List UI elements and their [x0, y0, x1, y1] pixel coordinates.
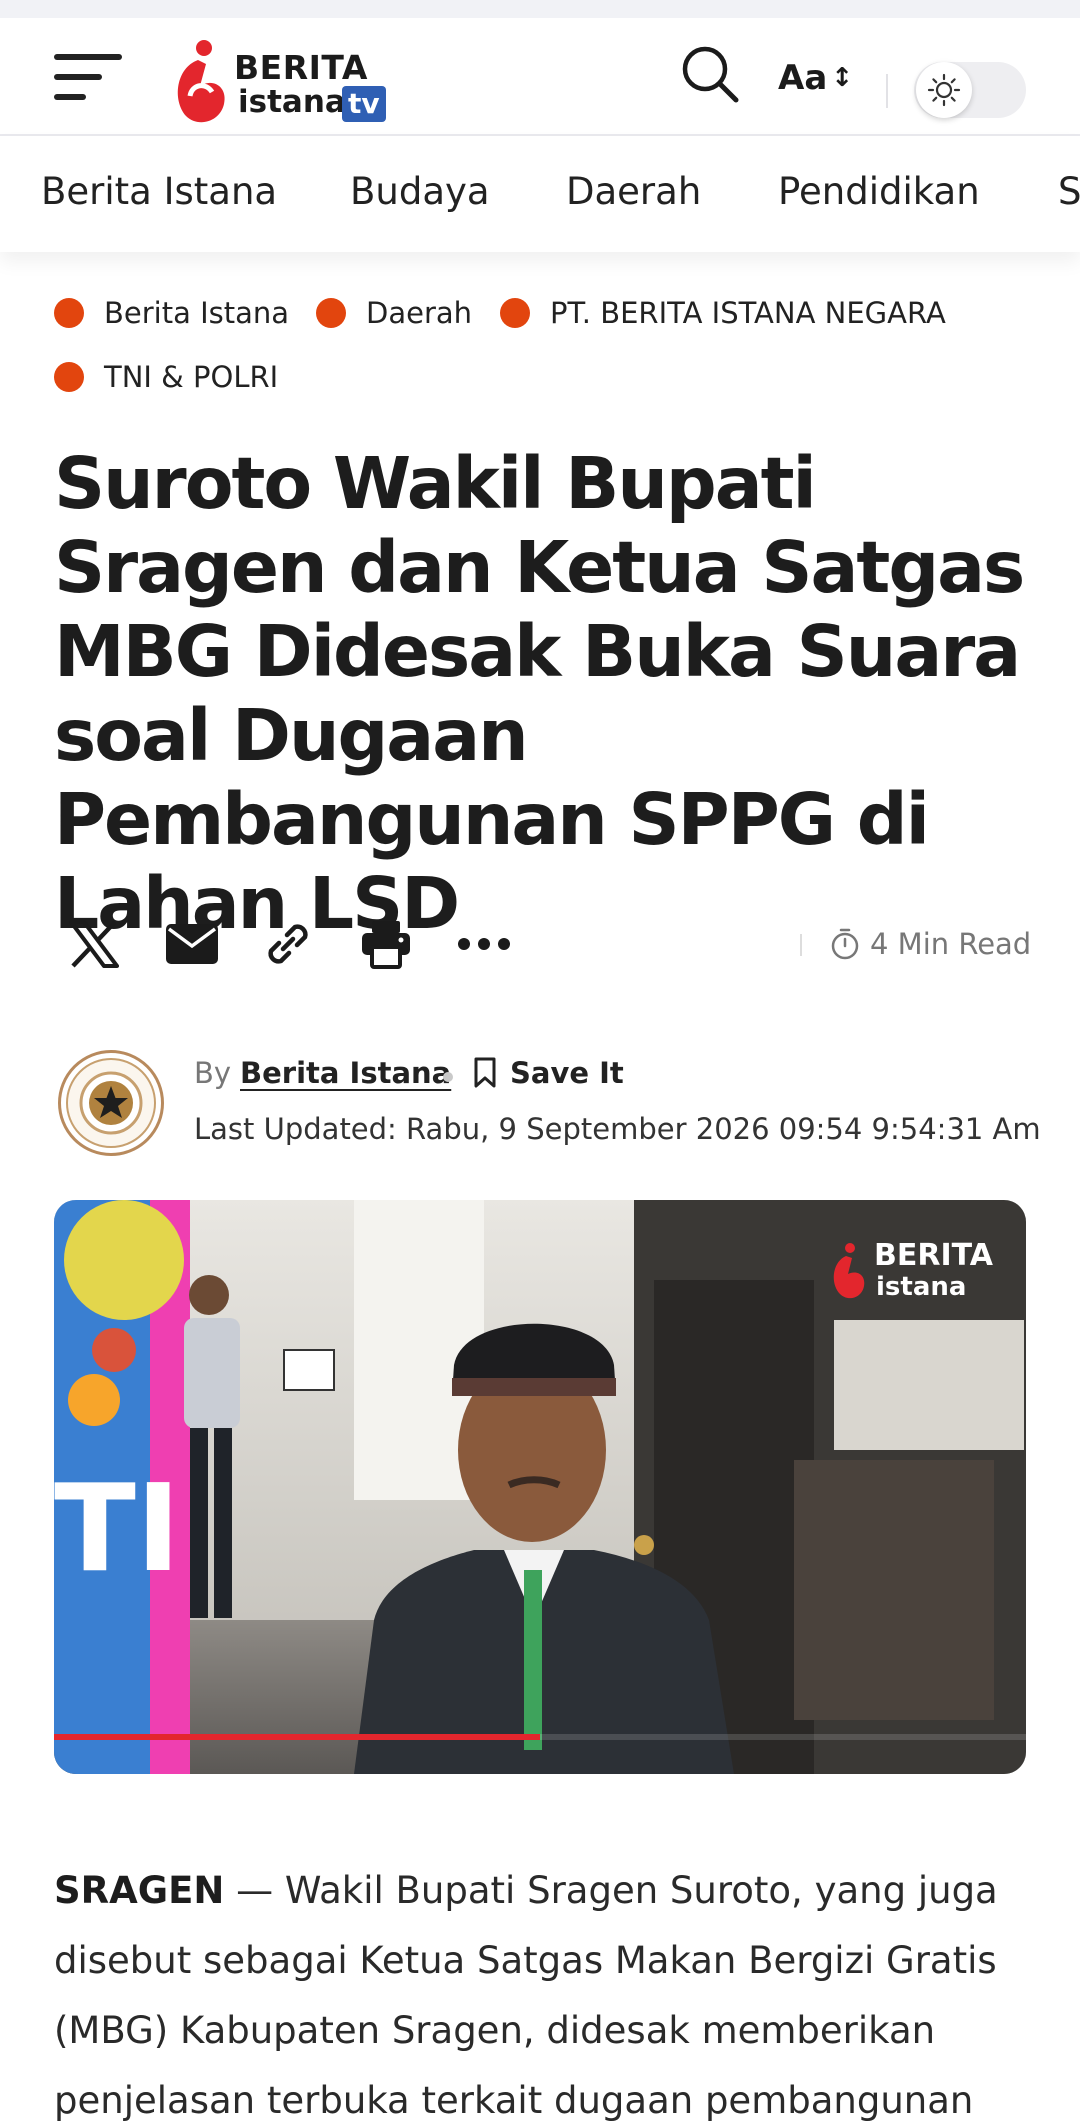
copy-link-button[interactable] — [260, 916, 316, 972]
article-dateline: SRAGEN — [54, 1869, 225, 1912]
category-label: TNI & POLRI — [104, 360, 279, 394]
logo-mark-icon — [177, 40, 225, 123]
share-x-button[interactable] — [66, 916, 122, 972]
hero-video[interactable]: TI BERITA istana — [54, 1200, 1026, 1774]
category-label: Daerah — [366, 296, 473, 330]
category-label: PT. BERITA ISTANA NEGARA — [550, 296, 946, 330]
category-tag[interactable]: PT. BERITA ISTANA NEGARA — [500, 296, 946, 330]
author-by-label: By — [194, 1056, 232, 1090]
header-divider — [886, 74, 888, 108]
nav-item-daerah[interactable]: Daerah — [566, 170, 701, 213]
print-button[interactable] — [358, 916, 414, 972]
read-time-divider — [800, 934, 802, 956]
watermark-text-berita: BERITA — [874, 1238, 993, 1273]
menu-button[interactable] — [54, 54, 122, 102]
dark-mode-toggle[interactable] — [914, 62, 1026, 118]
nav-item-berita-istana[interactable]: Berita Istana — [41, 170, 277, 213]
share-email-button[interactable] — [164, 916, 220, 972]
category-tag[interactable]: Berita Istana — [54, 296, 289, 330]
menu-icon-line — [54, 74, 102, 80]
article-body: SRAGEN — Wakil Bupati Sragen Suroto, yan… — [54, 1856, 1044, 2124]
font-size-arrows-icon: ↕ — [831, 63, 854, 93]
category-dot — [316, 298, 346, 328]
category-tag[interactable]: TNI & POLRI — [54, 360, 278, 394]
nav-item-pendidikan[interactable]: Pendidikan — [778, 170, 980, 213]
read-time-label: 4 Min Read — [870, 927, 1032, 961]
site-header: BERITA istana tv Aa ↕ — [0, 18, 1080, 136]
last-updated: Last Updated: Rabu, 9 September 2026 09:… — [194, 1112, 1041, 1146]
more-share-button[interactable] — [456, 916, 512, 972]
meta-dot — [443, 1072, 453, 1082]
toggle-knob — [916, 62, 972, 118]
logo-text-berita: BERITA — [234, 48, 368, 87]
share-bar: 4 Min Read — [54, 908, 1031, 980]
category-nav: Berita Istana Budaya Daerah Pendidikan S — [0, 136, 1080, 252]
site-logo[interactable]: BERITA istana tv — [168, 30, 398, 130]
email-icon — [166, 924, 218, 964]
print-icon — [362, 921, 410, 969]
save-it-label: Save It — [510, 1056, 624, 1090]
author-name-link[interactable]: Berita Istana — [240, 1056, 451, 1090]
nav-item-next[interactable]: S — [1058, 170, 1080, 213]
search-icon — [682, 46, 739, 103]
category-dot — [54, 362, 84, 392]
logo-text-istana: istana — [238, 84, 346, 120]
logo-tv-badge: tv — [342, 86, 386, 122]
read-time: 4 Min Read — [830, 924, 1031, 964]
bookmark-icon — [474, 1057, 496, 1088]
video-progress-fill — [54, 1734, 540, 1740]
font-size-label: Aa — [778, 58, 828, 98]
status-strip — [0, 0, 1080, 18]
link-icon — [268, 924, 308, 964]
sun-icon — [927, 73, 961, 107]
stopwatch-icon — [831, 928, 859, 960]
watermark-logo-icon — [833, 1243, 865, 1299]
article-title: Suroto Wakil Bupati Sragen dan Ketua Sat… — [54, 442, 1025, 945]
save-it-button[interactable]: Save It — [474, 1056, 624, 1090]
menu-icon-line — [54, 94, 86, 100]
category-tag[interactable]: Daerah — [316, 296, 472, 330]
author-bar: By Berita Istana Save It Last Updated: R… — [54, 1046, 1041, 1166]
font-size-button[interactable]: Aa ↕ — [778, 52, 853, 104]
menu-icon-line — [54, 54, 122, 60]
category-dot — [500, 298, 530, 328]
x-icon — [69, 920, 119, 968]
author-avatar[interactable] — [58, 1050, 164, 1156]
watermark-text-istana: istana — [876, 1272, 967, 1302]
svg-text:TI: TI — [54, 1460, 181, 1599]
category-label: Berita Istana — [104, 296, 290, 330]
category-dot — [54, 298, 84, 328]
more-icon — [458, 938, 510, 950]
hero-watermark: BERITA istana — [824, 1238, 1014, 1308]
nav-item-budaya[interactable]: Budaya — [350, 170, 490, 213]
presidential-seal-icon — [66, 1058, 156, 1148]
search-button[interactable] — [680, 44, 740, 104]
